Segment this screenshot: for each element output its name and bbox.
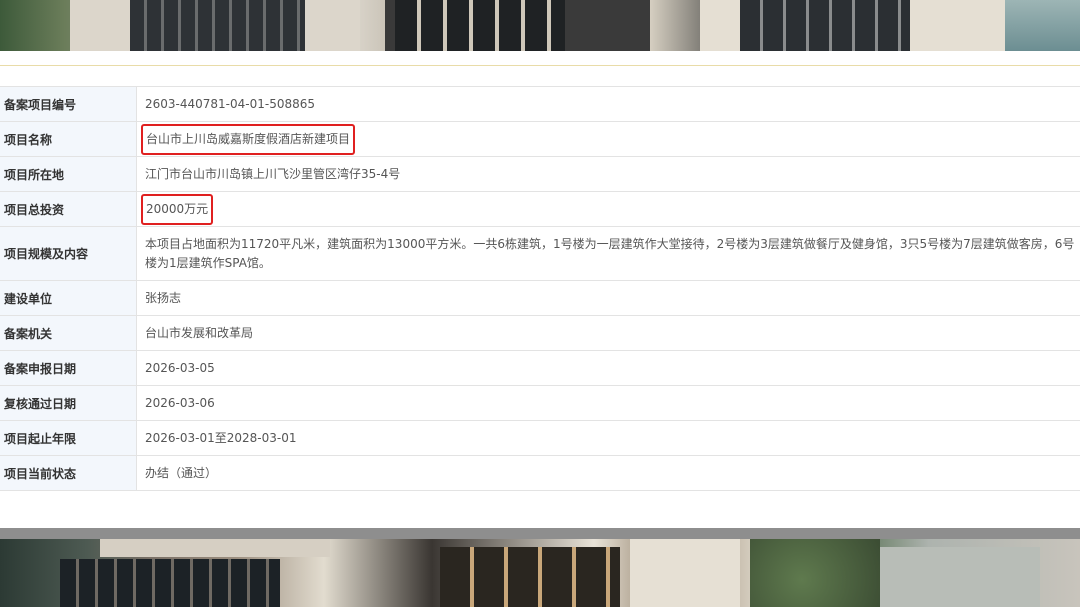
divider (0, 65, 1080, 66)
row-label: 项目名称 (0, 122, 137, 156)
table-row: 项目名称 台山市上川岛威嘉斯度假酒店新建项目 (0, 122, 1080, 157)
row-label: 项目所在地 (0, 157, 137, 191)
bottom-building-photo (0, 539, 1080, 607)
building-roof (880, 547, 1040, 607)
row-label: 项目总投资 (0, 192, 137, 226)
row-label: 复核通过日期 (0, 386, 137, 420)
divider (0, 528, 1080, 539)
row-value: 办结（通过） (145, 465, 218, 480)
row-value: 台山市上川岛威嘉斯度假酒店新建项目 (137, 122, 1080, 156)
row-value: 台山市发展和改革局 (145, 325, 254, 340)
table-row: 备案机关 台山市发展和改革局 (0, 316, 1080, 351)
row-label: 备案机关 (0, 316, 137, 350)
row-value: 2026-03-01至2028-03-01 (145, 430, 297, 445)
row-value: 江门市台山市川岛镇上川飞沙里管区湾仔35-4号 (145, 166, 401, 181)
row-label: 项目规模及内容 (0, 227, 137, 280)
highlight-box: 台山市上川岛威嘉斯度假酒店新建项目 (141, 123, 356, 155)
row-label: 备案申报日期 (0, 351, 137, 385)
row-label: 建设单位 (0, 281, 137, 315)
building-facade (60, 559, 280, 607)
building-facade (630, 539, 740, 607)
row-value: 2603-440781-04-01-508865 (145, 96, 316, 111)
row-label: 备案项目编号 (0, 87, 137, 121)
building-facade (70, 0, 360, 51)
row-value: 张扬志 (145, 290, 182, 305)
building-roof (100, 539, 330, 557)
sea-view (1005, 0, 1080, 51)
project-record-table: 备案项目编号 2603-440781-04-01-508865 项目名称 台山市… (0, 86, 1080, 491)
row-value: 2026-03-05 (145, 360, 215, 375)
table-row: 项目总投资 20000万元 (0, 192, 1080, 227)
building-facade (385, 0, 650, 51)
table-row: 备案项目编号 2603-440781-04-01-508865 (0, 87, 1080, 122)
building-facade (700, 0, 1005, 51)
row-label: 项目起止年限 (0, 421, 137, 455)
table-row: 项目起止年限 2026-03-01至2028-03-01 (0, 421, 1080, 456)
highlight-box: 20000万元 (141, 193, 214, 225)
top-building-photo (0, 0, 1080, 51)
table-row: 复核通过日期 2026-03-06 (0, 386, 1080, 421)
row-value: 本项目占地面积为11720平凡米，建筑面积为13000平方米。一共6栋建筑，1号… (145, 236, 1075, 270)
row-label: 项目当前状态 (0, 456, 137, 490)
trees (750, 539, 880, 607)
row-value: 20000万元 (137, 192, 1080, 226)
table-row: 备案申报日期 2026-03-05 (0, 351, 1080, 386)
building-facade (440, 547, 620, 607)
table-row: 建设单位 张扬志 (0, 281, 1080, 316)
table-row: 项目规模及内容 本项目占地面积为11720平凡米，建筑面积为13000平方米。一… (0, 227, 1080, 281)
table-row: 项目所在地 江门市台山市川岛镇上川飞沙里管区湾仔35-4号 (0, 157, 1080, 192)
row-value: 2026-03-06 (145, 395, 215, 410)
table-row: 项目当前状态 办结（通过） (0, 456, 1080, 491)
